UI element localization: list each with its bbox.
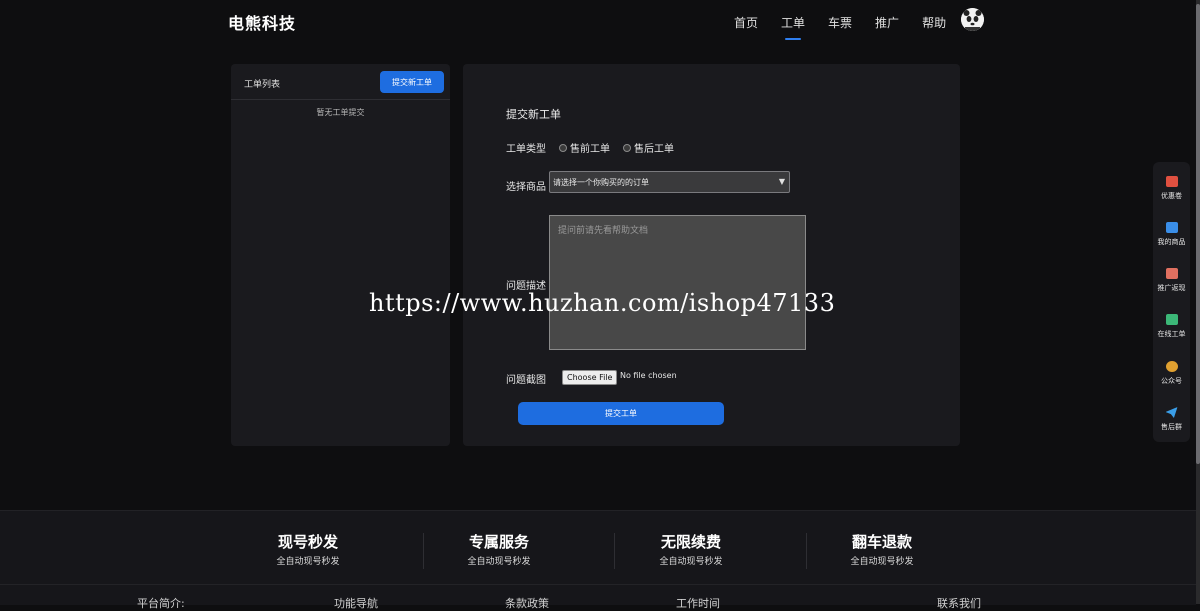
file-status-text: No file chosen [620,371,677,380]
feature-subtitle: 全自动现号秒发 [659,557,723,567]
dock-label: 推广返现 [1157,284,1186,292]
footer: 现号秒发 全自动现号秒发 专属服务 全自动现号秒发 无限续费 全自动现号秒发 翻… [0,510,1196,610]
feature-dedicated-service: 专属服务 全自动现号秒发 [419,531,579,567]
nav-item-tickets[interactable]: 工单 [781,14,805,40]
main-nav: 首页 工单 车票 推广 帮助 [734,14,969,40]
new-ticket-button[interactable]: 提交新工单 [380,71,444,93]
nav-item-home[interactable]: 首页 [734,14,758,31]
feature-title: 现号秒发 [277,533,338,551]
radio-aftersale-dot[interactable] [623,143,631,152]
ticket-list-panel: 工单列表 提交新工单 暂无工单提交 [231,64,450,446]
dock-item-my-products[interactable]: 我的商品 [1153,222,1190,247]
description-textarea[interactable]: 提问前请先看帮助文档 [549,215,806,350]
avatar[interactable] [961,8,984,31]
dock-item-official-account[interactable]: 公众号 [1153,361,1190,386]
dock-label: 售后群 [1161,423,1182,431]
product-label: 选择商品 [506,182,546,193]
footer-link-hours[interactable]: 工作时间 [676,595,720,611]
gift-icon [1165,268,1178,279]
page-scrollbar[interactable] [1196,0,1200,604]
feature-subtitle: 全自动现号秒发 [276,557,340,567]
panda-avatar-icon [961,8,984,31]
chevron-down-icon: ▼ [778,177,785,186]
clipboard-icon [1165,314,1178,325]
dock-item-promotion-cashback[interactable]: 推广返现 [1153,268,1190,293]
brand-logo[interactable]: 电熊科技 [228,10,296,34]
ticket-type-label: 工单类型 [506,144,546,155]
radio-presale-dot[interactable] [559,143,567,152]
radio-presale[interactable]: 售前工单 [559,140,610,155]
side-dock: 优惠卷 我的商品 推广返现 在线工单 公众号 售后群 [1153,162,1190,442]
nav-item-help[interactable]: 帮助 [922,14,946,31]
feature-refund: 翻车退款 全自动现号秒发 [802,531,962,567]
feature-unlimited-renewal: 无限续费 全自动现号秒发 [611,531,771,567]
wechat-icon [1165,361,1178,372]
dock-label: 公众号 [1161,377,1182,385]
empty-state-text: 暂无工单提交 [316,108,365,117]
footer-link-navigation[interactable]: 功能导航 [334,595,378,611]
feature-subtitle: 全自动现号秒发 [850,557,914,567]
footer-link-terms[interactable]: 条款政策 [505,595,549,611]
product-select[interactable]: 请选择一个你购买的的订单 ▼ [549,171,790,193]
watermark-url: https://www.huzhan.com/ishop47133 [369,289,836,317]
radio-presale-label: 售前工单 [570,144,610,155]
nav-item-orders[interactable]: 车票 [828,14,852,31]
choose-file-button[interactable]: Choose File [562,370,618,385]
divider [0,584,1196,585]
footer-link-about[interactable]: 平台简介: [137,595,185,611]
dock-label: 我的商品 [1157,238,1186,246]
footer-link-contact[interactable]: 联系我们 [937,595,981,611]
radio-aftersale[interactable]: 售后工单 [623,140,674,155]
product-select-value: 请选择一个你购买的的订单 [553,177,649,187]
feature-title: 无限续费 [660,533,721,551]
nav-item-promotion[interactable]: 推广 [875,14,899,31]
description-placeholder: 提问前请先看帮助文档 [558,226,649,236]
feature-title: 专属服务 [468,533,529,551]
divider [231,99,450,100]
feature-instant-delivery: 现号秒发 全自动现号秒发 [228,531,388,567]
dock-item-online-tickets[interactable]: 在线工单 [1153,314,1190,339]
radio-aftersale-label: 售后工单 [634,144,674,155]
feature-subtitle: 全自动现号秒发 [467,557,531,567]
coupon-icon [1165,176,1178,187]
top-navigation-bar: 电熊科技 首页 工单 车票 推广 帮助 [0,0,1196,44]
bag-icon [1165,222,1178,233]
scrollbar-thumb[interactable] [1196,4,1200,464]
telegram-icon [1165,407,1178,418]
form-title: 提交新工单 [506,108,561,121]
feature-title: 翻车退款 [851,533,912,551]
new-ticket-form-panel: 提交新工单 工单类型 售前工单 售后工单 选择商品 请选择一个你购买的的订单 ▼… [463,64,960,446]
dock-item-coupon[interactable]: 优惠卷 [1153,176,1190,201]
submit-ticket-button[interactable]: 提交工单 [518,402,724,425]
ticket-list-title: 工单列表 [244,80,281,90]
dock-label: 优惠卷 [1161,192,1182,200]
dock-label: 在线工单 [1157,330,1186,338]
dock-item-aftersale-group[interactable]: 售后群 [1153,407,1190,432]
screenshot-label: 问题截图 [506,375,546,386]
